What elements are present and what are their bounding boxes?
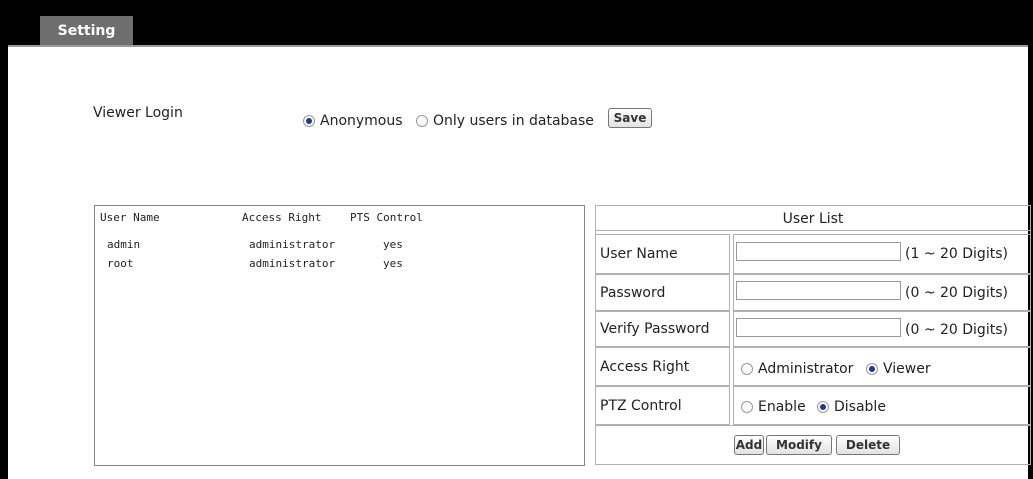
viewer-login-label: Viewer Login [93,105,183,121]
ptz-disable-radio[interactable] [817,401,829,413]
column-header-pts-control: PTS Control [350,211,423,224]
verify-password-label: Verify Password [595,311,730,347]
table-row-control[interactable]: yes [383,238,403,251]
access-viewer-label: Viewer [883,361,931,377]
anonymous-option[interactable]: Anonymous [303,113,403,129]
ptz-disable-label: Disable [834,399,886,415]
top-bar [0,0,1033,45]
column-header-user-name: User Name [100,211,160,224]
anonymous-radio[interactable] [303,115,315,127]
password-label: Password [595,274,730,311]
password-input[interactable] [736,281,901,300]
username-input[interactable] [736,242,901,261]
db-users-radio[interactable] [416,115,428,127]
tab-underline [8,45,1028,47]
db-users-label: Only users in database [433,113,594,129]
db-users-option[interactable]: Only users in database [416,113,594,129]
access-administrator-radio[interactable] [741,363,753,375]
table-row-right[interactable]: administrator [249,238,335,251]
ptz-control-label: PTZ Control [595,386,730,425]
add-button[interactable]: Add [734,435,764,455]
anonymous-label: Anonymous [320,113,403,129]
password-hint: (0 ~ 20 Digits) [905,285,1008,301]
table-row-control[interactable]: yes [383,257,403,270]
left-frame-border [0,45,8,479]
table-row-name[interactable]: root [107,257,134,270]
column-header-access-right: Access Right [242,211,322,224]
access-viewer-radio[interactable] [866,363,878,375]
save-button[interactable]: Save [608,108,652,128]
access-viewer-option[interactable]: Viewer [866,361,931,377]
access-administrator-label: Administrator [758,361,854,377]
username-label: User Name [595,234,730,274]
delete-button[interactable]: Delete [836,435,900,455]
table-row-name[interactable]: admin [107,238,140,251]
table-row-right[interactable]: administrator [249,257,335,270]
ptz-disable-option[interactable]: Disable [817,399,886,415]
verify-password-input[interactable] [736,318,901,337]
ptz-enable-option[interactable]: Enable [741,399,806,415]
ptz-enable-label: Enable [758,399,806,415]
user-table-box[interactable] [94,205,585,466]
username-hint: (1 ~ 20 Digits) [905,246,1008,262]
verify-password-hint: (0 ~ 20 Digits) [905,322,1008,338]
ptz-enable-radio[interactable] [741,401,753,413]
tab-setting[interactable]: Setting [40,16,133,45]
access-administrator-option[interactable]: Administrator [741,361,853,377]
user-list-title: User List [595,207,1031,231]
modify-button[interactable]: Modify [766,435,832,455]
access-right-label: Access Right [595,347,730,386]
